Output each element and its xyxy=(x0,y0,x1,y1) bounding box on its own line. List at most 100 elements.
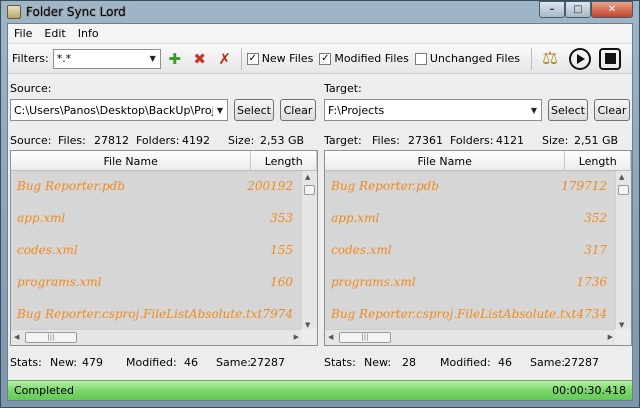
chevron-down-icon[interactable]: ▼ xyxy=(527,100,541,120)
remove-filter-icon[interactable]: ✖ xyxy=(189,48,211,70)
same-label: Same: xyxy=(530,356,565,369)
scroll-left-icon[interactable]: ◀ xyxy=(14,333,19,341)
new-files-check-box[interactable]: ✓ xyxy=(246,52,259,65)
table-row[interactable]: codes.xml 155 xyxy=(11,235,303,265)
file-length: 7974 xyxy=(262,307,293,321)
target-path-combo[interactable]: F:\Projects ▼ xyxy=(324,99,542,121)
source-path-combo[interactable]: C:\Users\Panos\Desktop\BackUp\Projects ▼ xyxy=(10,99,228,121)
caption-buttons: – □ ✕ xyxy=(539,1,633,18)
file-name: app.xml xyxy=(331,211,380,225)
files-label: Files: xyxy=(58,134,86,147)
folders-label: Folders: xyxy=(136,134,180,147)
column-length[interactable]: Length xyxy=(565,151,631,171)
menu-bar: File Edit Info xyxy=(8,24,632,44)
unchanged-files-label: Unchanged Files xyxy=(429,52,521,65)
unchanged-files-check-box[interactable] xyxy=(414,52,427,65)
stats-label: Stats: xyxy=(324,356,356,369)
folders-count: 4121 xyxy=(496,134,524,147)
new-files-label: New Files xyxy=(261,52,314,65)
file-name: codes.xml xyxy=(17,243,78,257)
table-row[interactable]: Bug Reporter.pdb 179712 xyxy=(325,171,617,201)
file-length: 160 xyxy=(270,275,293,289)
scroll-thumb[interactable]: ||| xyxy=(339,332,391,343)
menu-edit[interactable]: Edit xyxy=(38,27,71,40)
maximize-button[interactable]: □ xyxy=(565,1,591,18)
files-count: 27812 xyxy=(94,134,129,147)
size-value: 2,53 GB xyxy=(260,134,305,147)
add-filter-icon[interactable]: ✚ xyxy=(164,48,186,70)
source-select-button[interactable]: Select xyxy=(234,99,274,121)
source-label: Source: xyxy=(10,82,52,95)
target-label: Target: xyxy=(324,82,362,95)
scroll-thumb[interactable] xyxy=(304,185,315,195)
unchanged-files-checkbox[interactable]: Unchanged Files xyxy=(414,52,521,65)
horizontal-scrollbar[interactable]: ◀ ||| ▶ xyxy=(325,329,617,345)
table-row[interactable]: app.xml 352 xyxy=(325,203,617,233)
table-row[interactable]: programs.xml 160 xyxy=(11,267,303,297)
table-row[interactable]: codes.xml 317 xyxy=(325,235,617,265)
new-files-checkbox[interactable]: ✓ New Files xyxy=(246,52,314,65)
close-button[interactable]: ✕ xyxy=(591,1,633,18)
column-file-name[interactable]: File Name xyxy=(11,151,252,171)
chevron-down-icon[interactable]: ▼ xyxy=(213,100,227,120)
vertical-scrollbar[interactable]: ▲ ▼ xyxy=(615,171,631,331)
vertical-scrollbar[interactable]: ▲ ▼ xyxy=(301,171,317,331)
menu-info[interactable]: Info xyxy=(72,27,105,40)
filters-combo[interactable]: *.* ▼ xyxy=(52,48,161,69)
menu-file[interactable]: File xyxy=(8,27,38,40)
modified-files-label: Modified Files xyxy=(334,52,409,65)
scroll-thumb[interactable]: ||| xyxy=(25,332,77,343)
scroll-up-icon[interactable]: ▲ xyxy=(305,173,310,181)
target-path-value: F:\Projects xyxy=(328,103,385,117)
summary-label: Source: xyxy=(10,134,52,147)
target-file-grid[interactable]: File Name Length Bug Reporter.pdb 179712 … xyxy=(324,150,632,346)
scroll-up-icon[interactable]: ▲ xyxy=(619,173,624,181)
grid-header: File Name Length xyxy=(11,151,317,171)
summary-label: Target: xyxy=(324,134,362,147)
table-row[interactable]: programs.xml 1736 xyxy=(325,267,617,297)
chevron-down-icon[interactable]: ▼ xyxy=(146,50,160,68)
app-window: Folder Sync Lord – □ ✕ File Edit Info Fi… xyxy=(0,0,640,408)
file-name: Bug Reporter.csproj.FileListAbsolute.txt xyxy=(331,307,577,321)
column-file-name[interactable]: File Name xyxy=(325,151,566,171)
scroll-left-icon[interactable]: ◀ xyxy=(328,333,333,341)
modified-files-check-box[interactable]: ✓ xyxy=(319,52,332,65)
title-bar[interactable]: Folder Sync Lord – □ ✕ xyxy=(1,1,639,23)
table-row[interactable]: app.xml 353 xyxy=(11,203,303,233)
app-icon xyxy=(7,5,21,19)
modified-label: Modified: xyxy=(440,356,491,369)
minimize-button[interactable]: – xyxy=(539,1,565,18)
file-length: 155 xyxy=(270,243,293,257)
stop-button[interactable] xyxy=(597,46,623,72)
clear-filters-icon[interactable]: ✗ xyxy=(214,48,236,70)
column-length[interactable]: Length xyxy=(251,151,317,171)
scroll-corner xyxy=(301,329,317,345)
scroll-down-icon[interactable]: ▼ xyxy=(305,321,310,329)
target-panel: Target: F:\Projects ▼ Select Clear Targe… xyxy=(324,76,632,380)
scroll-right-icon[interactable]: ▶ xyxy=(294,333,299,341)
same-count: 27287 xyxy=(250,356,285,369)
balance-scale-icon[interactable]: ⚖ xyxy=(537,46,563,72)
horizontal-scrollbar[interactable]: ◀ ||| ▶ xyxy=(11,329,303,345)
target-select-button[interactable]: Select xyxy=(548,99,588,121)
table-row[interactable]: Bug Reporter.csproj.FileListAbsolute.txt… xyxy=(11,299,303,329)
source-file-grid[interactable]: File Name Length Bug Reporter.pdb 200192 … xyxy=(10,150,318,346)
modified-count: 46 xyxy=(498,356,512,369)
grid-header: File Name Length xyxy=(325,151,631,171)
source-clear-button[interactable]: Clear xyxy=(280,99,316,121)
modified-files-checkbox[interactable]: ✓ Modified Files xyxy=(319,52,409,65)
table-row[interactable]: Bug Reporter.csproj.FileListAbsolute.txt… xyxy=(325,299,617,329)
scroll-down-icon[interactable]: ▼ xyxy=(619,321,624,329)
play-button[interactable] xyxy=(567,46,593,72)
modified-count: 46 xyxy=(184,356,198,369)
table-row[interactable]: Bug Reporter.pdb 200192 xyxy=(11,171,303,201)
scroll-thumb[interactable] xyxy=(618,185,629,195)
status-text: Completed xyxy=(14,384,74,397)
modified-label: Modified: xyxy=(126,356,177,369)
files-label: Files: xyxy=(372,134,400,147)
folders-label: Folders: xyxy=(450,134,494,147)
size-value: 2,51 GB xyxy=(574,134,619,147)
scroll-right-icon[interactable]: ▶ xyxy=(608,333,613,341)
file-name: app.xml xyxy=(17,211,66,225)
target-clear-button[interactable]: Clear xyxy=(594,99,630,121)
